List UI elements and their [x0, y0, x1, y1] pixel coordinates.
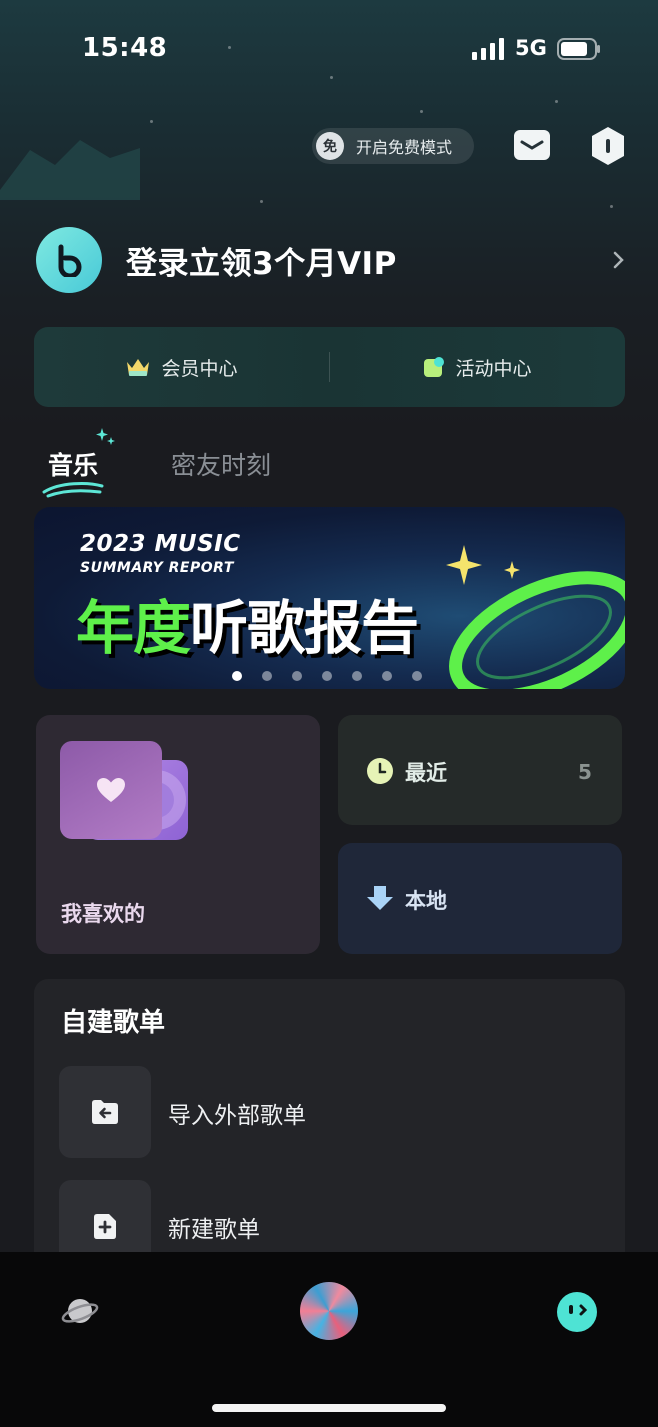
member-bar: 会员中心 活动中心	[34, 327, 625, 407]
planet-ring-graphic	[446, 545, 625, 689]
section-title: 自建歌单	[61, 1008, 166, 1038]
star-decoration	[330, 76, 333, 79]
crown-icon	[127, 359, 150, 376]
favorites-cover	[60, 741, 162, 839]
new-playlist-label[interactable]: 新建歌单	[168, 1210, 260, 1244]
recent-count: 5	[578, 760, 592, 784]
mountain-decoration	[0, 140, 140, 200]
logo-glyph-icon	[58, 244, 82, 277]
favorites-label: 我喜欢的	[61, 902, 145, 926]
member-center-button[interactable]: 会员中心	[34, 327, 329, 407]
pagination-dot[interactable]	[322, 671, 332, 681]
star-decoration	[555, 100, 558, 103]
activity-icon	[424, 357, 445, 377]
heart-icon	[97, 778, 125, 802]
import-playlist-button[interactable]	[59, 1066, 151, 1158]
pagination-dot[interactable]	[382, 671, 392, 681]
tab-active-underline	[42, 482, 104, 498]
mail-icon[interactable]	[514, 130, 550, 160]
pagination-dot[interactable]	[352, 671, 362, 681]
tab-friends-moments[interactable]: 密友时刻	[171, 446, 271, 482]
planet-icon[interactable]	[61, 1292, 99, 1330]
star-decoration	[610, 205, 613, 208]
pagination-dot[interactable]	[262, 671, 272, 681]
banner-subtitle-line2: SUMMARY REPORT	[80, 560, 234, 576]
activity-center-label: 活动中心	[455, 357, 532, 380]
chevron-right-icon[interactable]	[612, 250, 626, 270]
status-time: 15:48	[82, 33, 168, 63]
home-indicator[interactable]	[212, 1404, 446, 1412]
free-mode-label: 开启免费模式	[356, 138, 453, 157]
star-decoration	[228, 46, 231, 49]
network-type: 5G	[515, 36, 547, 60]
profile-face-icon[interactable]	[557, 1292, 597, 1332]
hexagon-settings-icon[interactable]	[590, 126, 626, 166]
local-label: 本地	[405, 889, 447, 913]
free-mode-button[interactable]: 免 开启免费模式	[312, 128, 474, 164]
tab-music[interactable]: 音乐	[48, 446, 98, 482]
import-folder-icon	[92, 1100, 118, 1124]
member-center-label: 会员中心	[161, 357, 238, 380]
signal-icon	[472, 38, 504, 60]
pagination-dot[interactable]	[232, 671, 242, 681]
import-playlist-label[interactable]: 导入外部歌单	[168, 1096, 306, 1130]
banner-title: 年度听歌报告	[76, 581, 419, 665]
app-logo-b-icon[interactable]	[36, 227, 102, 293]
banner-title-white: 听歌报告	[190, 594, 419, 662]
now-playing-disc-icon[interactable]	[300, 1282, 358, 1340]
download-arrow-icon	[367, 886, 393, 910]
pagination-dot[interactable]	[412, 671, 422, 681]
recent-label: 最近	[405, 761, 447, 785]
face-eyes-icon	[569, 1304, 588, 1316]
battery-icon	[557, 38, 600, 60]
star-decoration	[150, 120, 153, 123]
clock-icon	[367, 758, 393, 784]
banner-pagination	[232, 671, 422, 681]
login-title[interactable]: 登录立领3个月VIP	[126, 238, 397, 283]
free-mode-badge: 免	[316, 132, 344, 160]
banner-title-green: 年度	[76, 594, 191, 662]
banner-subtitle-line1: 2023 MUSIC	[80, 531, 241, 557]
activity-center-button[interactable]: 活动中心	[330, 327, 625, 407]
annual-report-banner[interactable]: 2023 MUSIC SUMMARY REPORT 年度听歌报告	[34, 507, 625, 689]
new-file-icon	[94, 1214, 116, 1239]
star-decoration	[420, 110, 423, 113]
star-decoration	[260, 200, 263, 203]
sparkle-icon	[96, 428, 115, 445]
pagination-dot[interactable]	[292, 671, 302, 681]
